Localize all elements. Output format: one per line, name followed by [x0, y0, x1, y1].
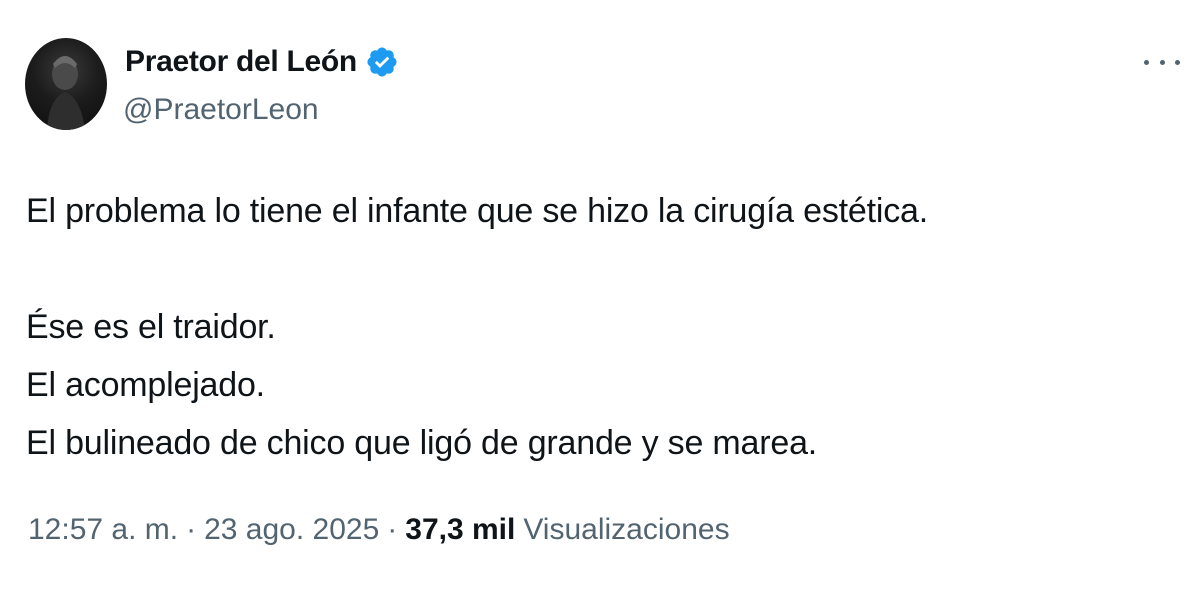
tweet-card: Praetor del León @PraetorLeon El problem… [0, 0, 1200, 597]
tweet-meta: 12:57 a. m. · 23 ago. 2025 · 37,3 mil Vi… [28, 513, 730, 547]
display-name[interactable]: Praetor del León [125, 45, 357, 79]
more-dot [1159, 59, 1165, 65]
more-options-icon[interactable] [1144, 52, 1180, 72]
author-name-row: Praetor del León [125, 42, 399, 82]
meta-separator: · [387, 513, 398, 546]
avatar-silhouette-icon [47, 56, 85, 130]
tweet-line: El bulineado de chico que ligó de grande… [26, 424, 818, 462]
views-count[interactable]: 37,3 mil [405, 513, 515, 547]
verified-badge-icon [367, 47, 397, 77]
tweet-line: El problema lo tiene el infante que se h… [26, 192, 928, 230]
tweet-date[interactable]: 23 ago. 2025 [204, 513, 379, 547]
tweet-line: Ése es el traidor. [26, 308, 276, 346]
tweet-time[interactable]: 12:57 a. m. [28, 513, 178, 547]
tweet-line: El acomplejado. [26, 366, 265, 404]
tweet-text: El problema lo tiene el infante que se h… [26, 182, 1156, 472]
more-dot [1144, 59, 1149, 65]
avatar[interactable] [25, 38, 107, 130]
more-dot [1175, 59, 1180, 65]
meta-separator: · [186, 513, 197, 546]
views-label[interactable]: Visualizaciones [523, 513, 729, 547]
author-handle[interactable]: @PraetorLeon [123, 93, 319, 127]
